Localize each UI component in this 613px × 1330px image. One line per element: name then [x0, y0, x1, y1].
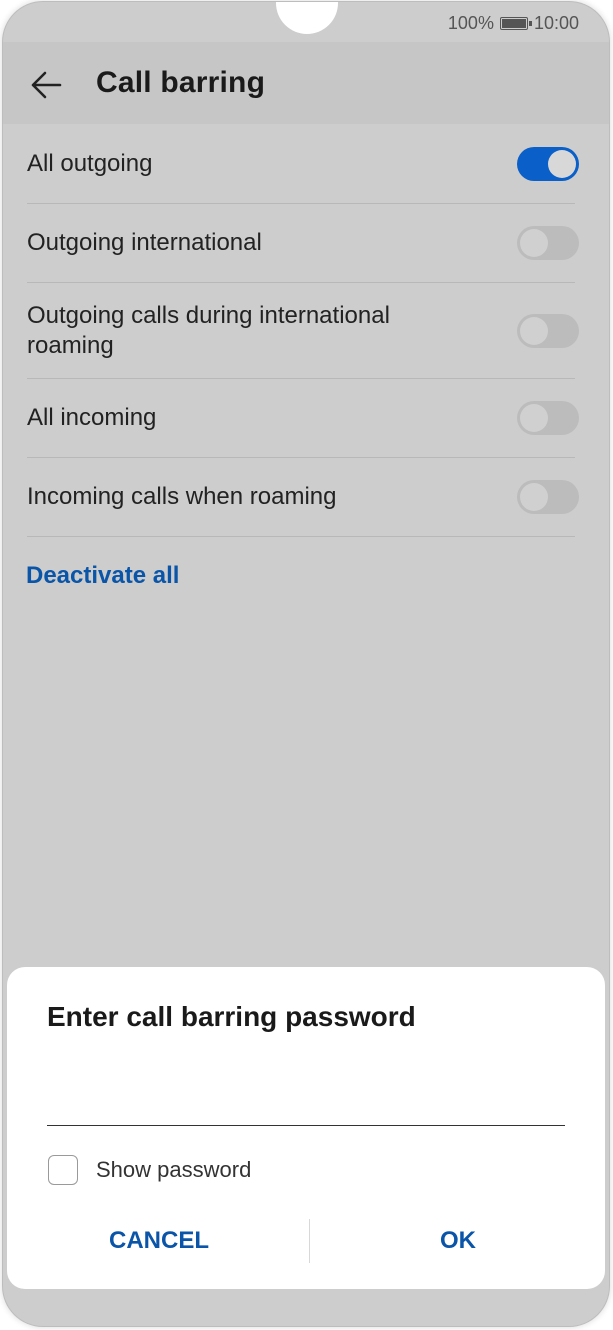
row-label: Incoming calls when roaming	[27, 483, 337, 510]
password-input[interactable]	[47, 1073, 565, 1126]
toggle-knob	[520, 316, 548, 345]
row-label: All incoming	[27, 404, 157, 431]
incoming-roaming-toggle[interactable]	[517, 480, 579, 514]
password-dialog: Enter call barring password Show passwor…	[7, 967, 605, 1289]
all-incoming-toggle[interactable]	[517, 401, 579, 435]
show-password-row[interactable]: Show password	[48, 1155, 251, 1185]
deactivate-all-link[interactable]: Deactivate all	[26, 562, 179, 590]
show-password-label: Show password	[96, 1157, 252, 1182]
dialog-buttons: CANCEL OK	[7, 1219, 605, 1263]
ok-button[interactable]: OK	[311, 1219, 605, 1263]
camera-notch	[276, 2, 338, 34]
row-label: Outgoing calls during international roam…	[27, 301, 390, 359]
battery-icon	[499, 16, 532, 30]
page-title: Call barring	[96, 66, 266, 99]
back-button[interactable]	[25, 64, 67, 106]
row-label: Outgoing international	[27, 229, 262, 256]
dialog-title: Enter call barring password	[47, 1001, 416, 1032]
all-outgoing-toggle[interactable]	[517, 146, 579, 181]
battery-percent: 100%	[447, 12, 494, 33]
toggle-knob	[520, 404, 548, 432]
list-item-all-outgoing[interactable]: All outgoing	[27, 124, 579, 204]
status-bar: 100% 10:00	[448, 12, 579, 34]
list-item-outgoing-international[interactable]: Outgoing international	[27, 204, 579, 283]
show-password-checkbox[interactable]	[48, 1155, 78, 1185]
clock: 10:00	[533, 12, 579, 33]
button-divider	[309, 1219, 310, 1263]
toggle-knob	[520, 229, 548, 257]
cancel-button[interactable]: CANCEL	[7, 1219, 311, 1263]
app-bar: Call barring	[3, 42, 609, 124]
row-label: All outgoing	[27, 149, 153, 177]
call-barring-list: All outgoing Outgoing international Outg…	[27, 124, 579, 537]
outgoing-roaming-toggle[interactable]	[517, 313, 579, 348]
toggle-knob	[548, 149, 576, 178]
list-item-all-incoming[interactable]: All incoming	[27, 379, 579, 458]
outgoing-international-toggle[interactable]	[517, 226, 579, 260]
back-arrow-icon	[31, 71, 62, 99]
list-item-incoming-roaming[interactable]: Incoming calls when roaming	[27, 458, 579, 537]
list-item-outgoing-roaming[interactable]: Outgoing calls during international roam…	[27, 283, 579, 379]
toggle-knob	[520, 483, 548, 511]
phone-screen: 100% 10:00 Call barring All outgoing Out…	[3, 2, 609, 1326]
